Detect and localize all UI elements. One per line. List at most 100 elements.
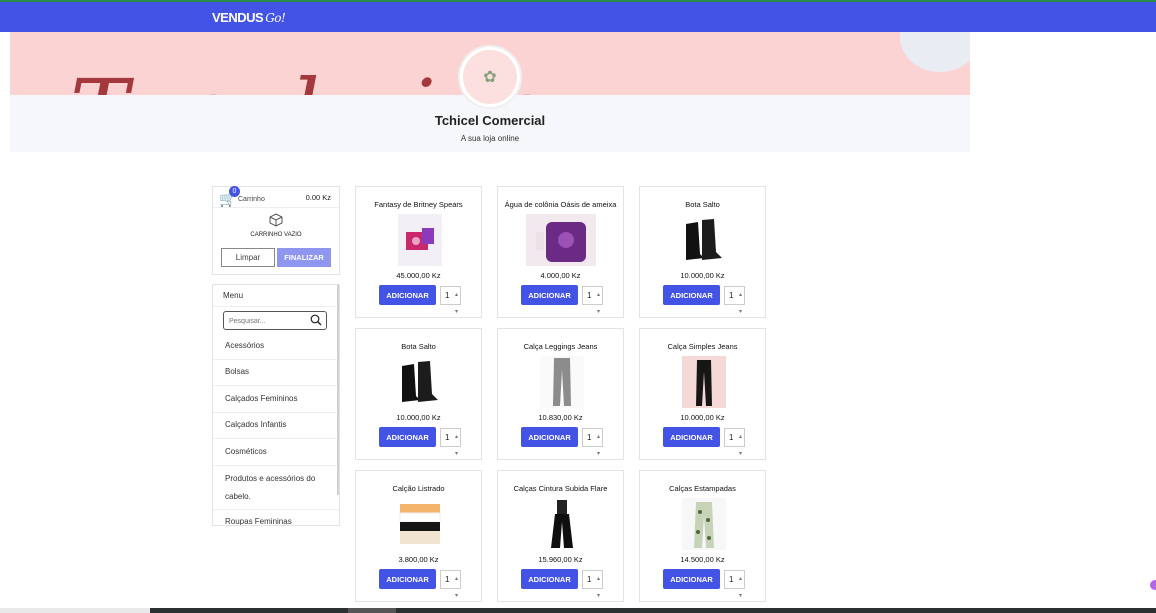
product-card: Calça Simples Jeans 10.000,00 Kz ADICION… [639, 328, 766, 460]
boots-icon [686, 219, 722, 260]
menu-item-cosmeticos[interactable]: Cosméticos [213, 439, 339, 466]
banner-plate-decoration [900, 32, 970, 72]
quantity-stepper[interactable]: 1 ▴ ▾ [440, 570, 461, 599]
spinner-icon[interactable]: ▴ ▾ [455, 429, 458, 463]
perfume-box-icon [406, 228, 434, 250]
add-to-cart-button[interactable]: ADICIONAR [521, 569, 578, 589]
divider [213, 207, 339, 208]
product-image[interactable] [682, 356, 726, 408]
bottom-bar [0, 608, 1156, 613]
product-card: Água de colônia Oásis de ameixa 4.000,00… [497, 186, 624, 318]
product-image[interactable] [682, 498, 726, 550]
product-card: Calça Leggings Jeans 10.830,00 Kz ADICIO… [497, 328, 624, 460]
bottom-bar-segment [348, 608, 396, 613]
product-image[interactable] [543, 498, 581, 550]
quantity-value: 1 [445, 291, 450, 300]
quantity-value: 1 [729, 291, 734, 300]
store-tagline: A sua loja online [460, 134, 520, 143]
product-price: 10.000,00 Kz [396, 413, 441, 422]
logo-suffix: Go! [265, 11, 286, 25]
product-image[interactable] [398, 356, 442, 408]
product-price: 15.960,00 Kz [538, 555, 583, 564]
cart-label: Carrinho [238, 196, 265, 203]
menu-scrollbar[interactable] [337, 285, 339, 495]
add-to-cart-button[interactable]: ADICIONAR [379, 427, 436, 447]
cart-panel: 🛒 0 Carrinho 0.00 Kz CARRINHO VAZIO Limp… [212, 186, 340, 275]
product-name: Fantasy de Britney Spears [374, 200, 463, 209]
add-to-cart-button[interactable]: ADICIONAR [379, 285, 436, 305]
product-price: 10.000,00 Kz [680, 413, 725, 422]
product-price: 14.500,00 Kz [680, 555, 725, 564]
menu-item-calcados-femininos[interactable]: Calçados Femininos [213, 386, 339, 413]
quantity-stepper[interactable]: 1 ▴ ▾ [440, 428, 461, 457]
add-to-cart-button[interactable]: ADICIONAR [521, 285, 578, 305]
quantity-stepper[interactable]: 1 ▴ ▾ [582, 286, 603, 315]
vendus-logo[interactable]: VENDUS Go! [212, 10, 286, 25]
product-name: Bota Salto [401, 342, 436, 351]
store-logo-icon: ✿ [463, 50, 517, 104]
quantity-stepper[interactable]: 1 ▴ ▾ [582, 570, 603, 599]
product-image[interactable] [398, 214, 442, 266]
menu-item-acessorios[interactable]: Acessórios [213, 333, 339, 360]
menu-title: Menu [223, 291, 244, 300]
menu-item-bolsas[interactable]: Bolsas [213, 360, 339, 386]
product-card: Bota Salto 10.000,00 Kz ADICIONAR 1 ▴ ▾ [639, 186, 766, 318]
striped-shorts-icon [399, 504, 441, 544]
product-card: Calças Estampadas 14.500,00 Kz ADICIONAR… [639, 470, 766, 602]
product-price: 4.000,00 Kz [540, 271, 581, 280]
boots-icon [402, 361, 438, 402]
quantity-stepper[interactable]: 1 ▴ ▾ [724, 428, 745, 457]
spinner-icon[interactable]: ▴ ▾ [455, 287, 458, 321]
logo-text: VENDUS [212, 10, 264, 25]
top-navbar: VENDUS Go! [0, 0, 1156, 32]
add-to-cart-button[interactable]: ADICIONAR [663, 285, 720, 305]
spinner-icon[interactable]: ▴ ▾ [597, 287, 600, 321]
spinner-icon[interactable]: ▴ ▾ [597, 571, 600, 605]
spinner-icon[interactable]: ▴ ▾ [455, 571, 458, 605]
quantity-value: 1 [587, 291, 592, 300]
quantity-stepper[interactable]: 1 ▴ ▾ [440, 286, 461, 315]
search-input[interactable] [229, 315, 307, 327]
cart-total: 0.00 Kz [305, 193, 331, 202]
spinner-icon[interactable]: ▴ ▾ [739, 571, 742, 605]
flare-pants-icon [551, 500, 573, 548]
quantity-stepper[interactable]: 1 ▴ ▾ [724, 286, 745, 315]
add-to-cart-button[interactable]: ADICIONAR [521, 427, 578, 447]
cart-empty-text: CARRINHO VAZIO [250, 232, 302, 238]
cologne-bottle-icon [536, 222, 586, 262]
product-image[interactable] [540, 356, 584, 408]
menu-item-roupas-femininas[interactable]: Roupas Femininas [213, 510, 339, 525]
spinner-icon[interactable]: ▴ ▾ [597, 429, 600, 463]
search-icon[interactable] [310, 314, 322, 326]
printed-pants-icon [694, 502, 714, 548]
quantity-value: 1 [729, 575, 734, 584]
product-image[interactable] [682, 214, 726, 266]
divider [213, 306, 339, 307]
product-card: Calças Cintura Subida Flare 15.960,00 Kz… [497, 470, 624, 602]
add-to-cart-button[interactable]: ADICIONAR [663, 427, 720, 447]
clear-cart-button[interactable]: Limpar [221, 248, 275, 267]
add-to-cart-button[interactable]: ADICIONAR [379, 569, 436, 589]
spinner-icon[interactable]: ▴ ▾ [739, 287, 742, 321]
quantity-value: 1 [587, 575, 592, 584]
menu-item-produtos-cabelo[interactable]: Produtos e acessórios do cabelo. [213, 466, 339, 510]
bottom-bar-segment [0, 608, 150, 613]
quantity-stepper[interactable]: 1 ▴ ▾ [724, 570, 745, 599]
product-price: 10.000,00 Kz [680, 271, 725, 280]
empty-box-icon [269, 213, 283, 227]
finish-order-button[interactable]: FINALIZAR [277, 248, 331, 267]
product-card: Fantasy de Britney Spears 45.000,00 Kz A… [355, 186, 482, 318]
quantity-value: 1 [445, 575, 450, 584]
product-image[interactable] [526, 214, 596, 266]
product-price: 3.800,00 Kz [398, 555, 439, 564]
menu-item-calcados-infantis[interactable]: Calçados Infantis [213, 413, 339, 439]
product-name: Calças Estampadas [669, 484, 736, 493]
add-to-cart-button[interactable]: ADICIONAR [663, 569, 720, 589]
black-jeans-icon [696, 360, 712, 406]
quantity-stepper[interactable]: 1 ▴ ▾ [582, 428, 603, 457]
quantity-value: 1 [445, 433, 450, 442]
chat-widget-icon[interactable] [1150, 580, 1156, 590]
product-name: Bota Salto [685, 200, 720, 209]
product-image[interactable] [398, 498, 442, 550]
spinner-icon[interactable]: ▴ ▾ [739, 429, 742, 463]
